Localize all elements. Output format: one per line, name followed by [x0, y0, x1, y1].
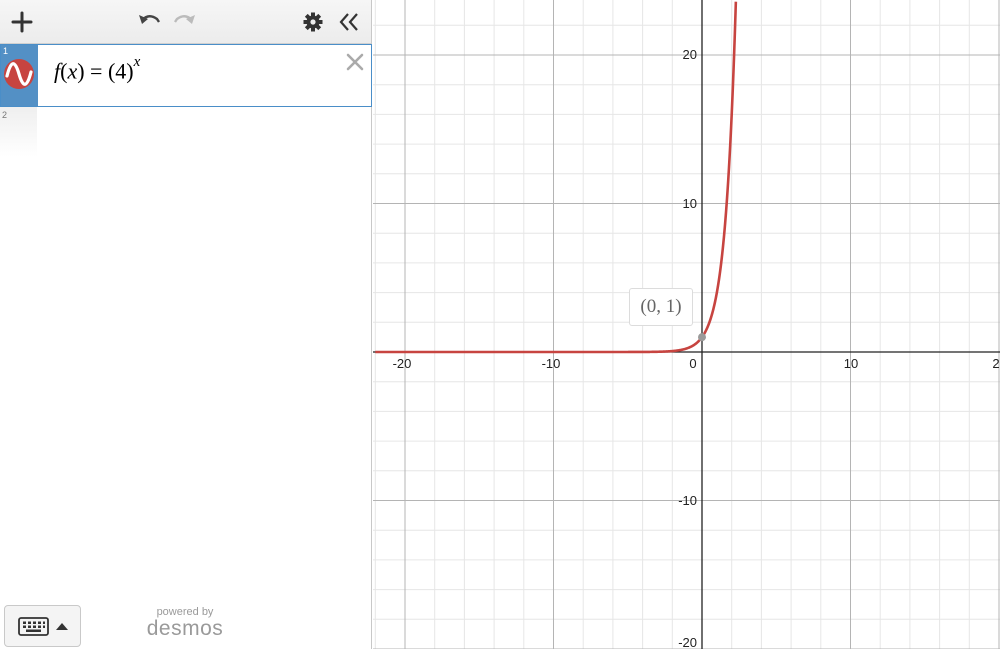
keyboard-icon: [18, 617, 49, 636]
delete-expression-icon[interactable]: [344, 51, 366, 73]
collapse-icon[interactable]: [334, 7, 364, 37]
desmos-logo: desmos: [146, 617, 224, 640]
y-tick-label: 10: [683, 196, 697, 211]
expression-toolbar: [0, 0, 371, 44]
expression-row[interactable]: 1 f(x) = (4)x: [0, 44, 372, 107]
expression-panel: 1 f(x) = (4)x 2 powered by desmos: [0, 0, 372, 649]
expression-number: 2: [2, 110, 8, 120]
function-base: (4): [107, 58, 134, 84]
expression-number: 1: [3, 46, 9, 56]
function-variable: x: [67, 58, 78, 84]
graph-style-icon[interactable]: [3, 58, 35, 90]
tick-labels: -20 -10 0 10 2 20 10 -10 -20: [393, 47, 1000, 649]
graph-paper[interactable]: -20 -10 0 10 2 20 10 -10 -20 (0, 1): [373, 0, 1000, 649]
undo-icon[interactable]: [134, 7, 164, 37]
caret-up-icon: [56, 623, 68, 630]
y-tick-label: -20: [678, 635, 697, 649]
expression-formula[interactable]: f(x) = (4)x: [54, 54, 140, 84]
x-tick-label: -10: [542, 356, 561, 371]
expression-row-empty[interactable]: 2: [0, 107, 37, 157]
plus-icon[interactable]: [7, 7, 37, 37]
x-tick-label: 2: [992, 356, 999, 371]
y-tick-label: 20: [683, 47, 697, 62]
keyboard-toggle-button[interactable]: [4, 605, 81, 647]
equals-sign: =: [90, 58, 103, 84]
gear-icon[interactable]: [298, 7, 328, 37]
redo-icon[interactable]: [170, 7, 200, 37]
expression-tab: 1: [1, 45, 38, 106]
x-tick-label: 0: [689, 356, 696, 371]
function-exponent: x: [133, 54, 141, 70]
y-tick-label: -10: [678, 493, 697, 508]
y-intercept-point[interactable]: [698, 333, 706, 342]
x-tick-label: -20: [393, 356, 412, 371]
x-tick-label: 10: [844, 356, 858, 371]
point-coordinate-label: (0, 1): [629, 288, 693, 326]
powered-by-desmos[interactable]: powered by desmos: [144, 606, 226, 640]
